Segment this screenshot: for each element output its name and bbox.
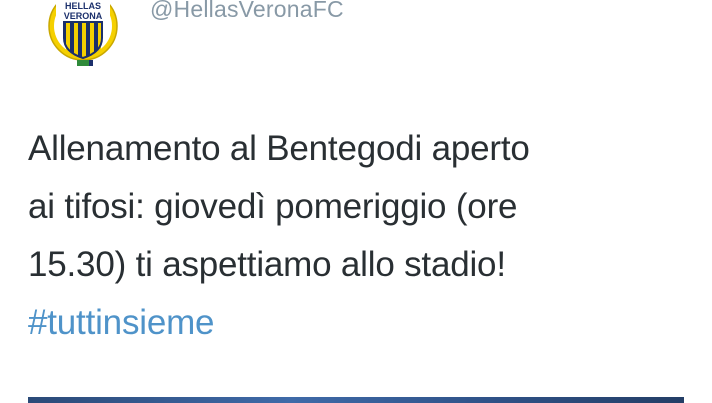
svg-text:HELLAS: HELLAS <box>65 1 101 11</box>
hellas-verona-crest-icon: HELLAS VERONA <box>48 0 118 66</box>
tweet-card: HELLAS VERONA @HellasVeronaFC Allenament… <box>0 0 712 403</box>
user-handle[interactable]: @HellasVeronaFC <box>150 0 344 23</box>
tweet-text: Allenamento al Bentegodi aperto ai tifos… <box>28 120 698 352</box>
media-preview[interactable] <box>28 397 684 403</box>
svg-text:VERONA: VERONA <box>64 11 103 21</box>
tweet-text-line: ai tifosi: giovedì pomeriggio (ore <box>28 187 518 226</box>
tweet-text-line: Allenamento al Bentegodi aperto <box>28 129 530 168</box>
avatar[interactable]: HELLAS VERONA <box>44 0 122 72</box>
tweet-text-line: 15.30) ti aspettiamo allo stadio! <box>28 245 506 284</box>
hashtag-link[interactable]: #tuttinsieme <box>28 294 698 352</box>
